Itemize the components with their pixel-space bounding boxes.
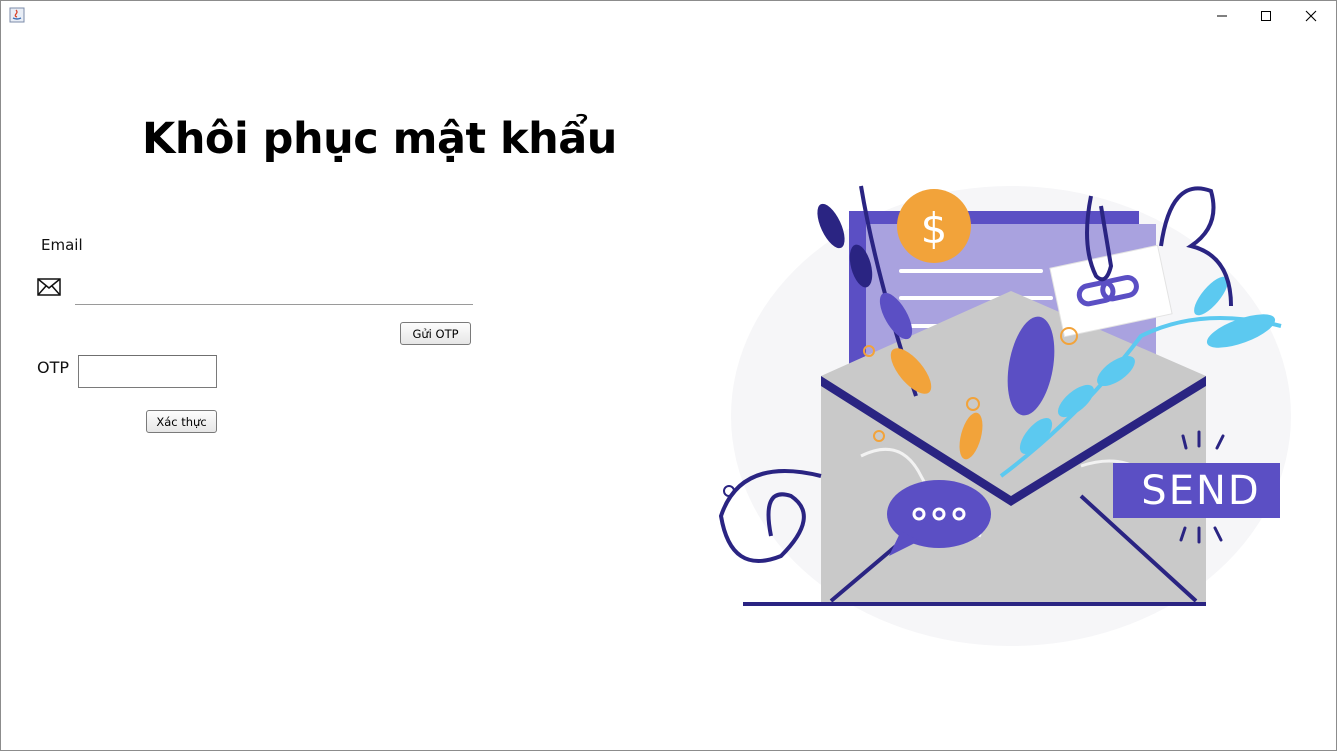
email-input[interactable]	[75, 272, 473, 305]
maximize-button[interactable]	[1243, 1, 1289, 30]
page-title: Khôi phục mật khẩu	[142, 114, 617, 164]
mail-icon	[37, 278, 61, 296]
java-app-icon	[9, 7, 25, 23]
email-label: Email	[41, 236, 83, 254]
otp-input[interactable]	[78, 355, 217, 388]
send-otp-button[interactable]: Gửi OTP	[400, 322, 471, 345]
send-label: SEND	[1141, 468, 1260, 514]
verify-button[interactable]: Xác thực	[146, 410, 217, 433]
recovery-window: Khôi phục mật khẩu Email Gửi OTP OTP Xác…	[0, 0, 1337, 751]
maximize-icon	[1261, 10, 1271, 21]
close-icon	[1305, 10, 1317, 21]
title-bar	[1, 1, 1336, 30]
dollar-sign: $	[921, 204, 948, 253]
minimize-icon	[1217, 15, 1227, 16]
minimize-button[interactable]	[1199, 1, 1245, 30]
close-button[interactable]	[1288, 1, 1334, 30]
otp-label: OTP	[37, 358, 70, 377]
email-illustration: $ SEND	[701, 136, 1301, 656]
